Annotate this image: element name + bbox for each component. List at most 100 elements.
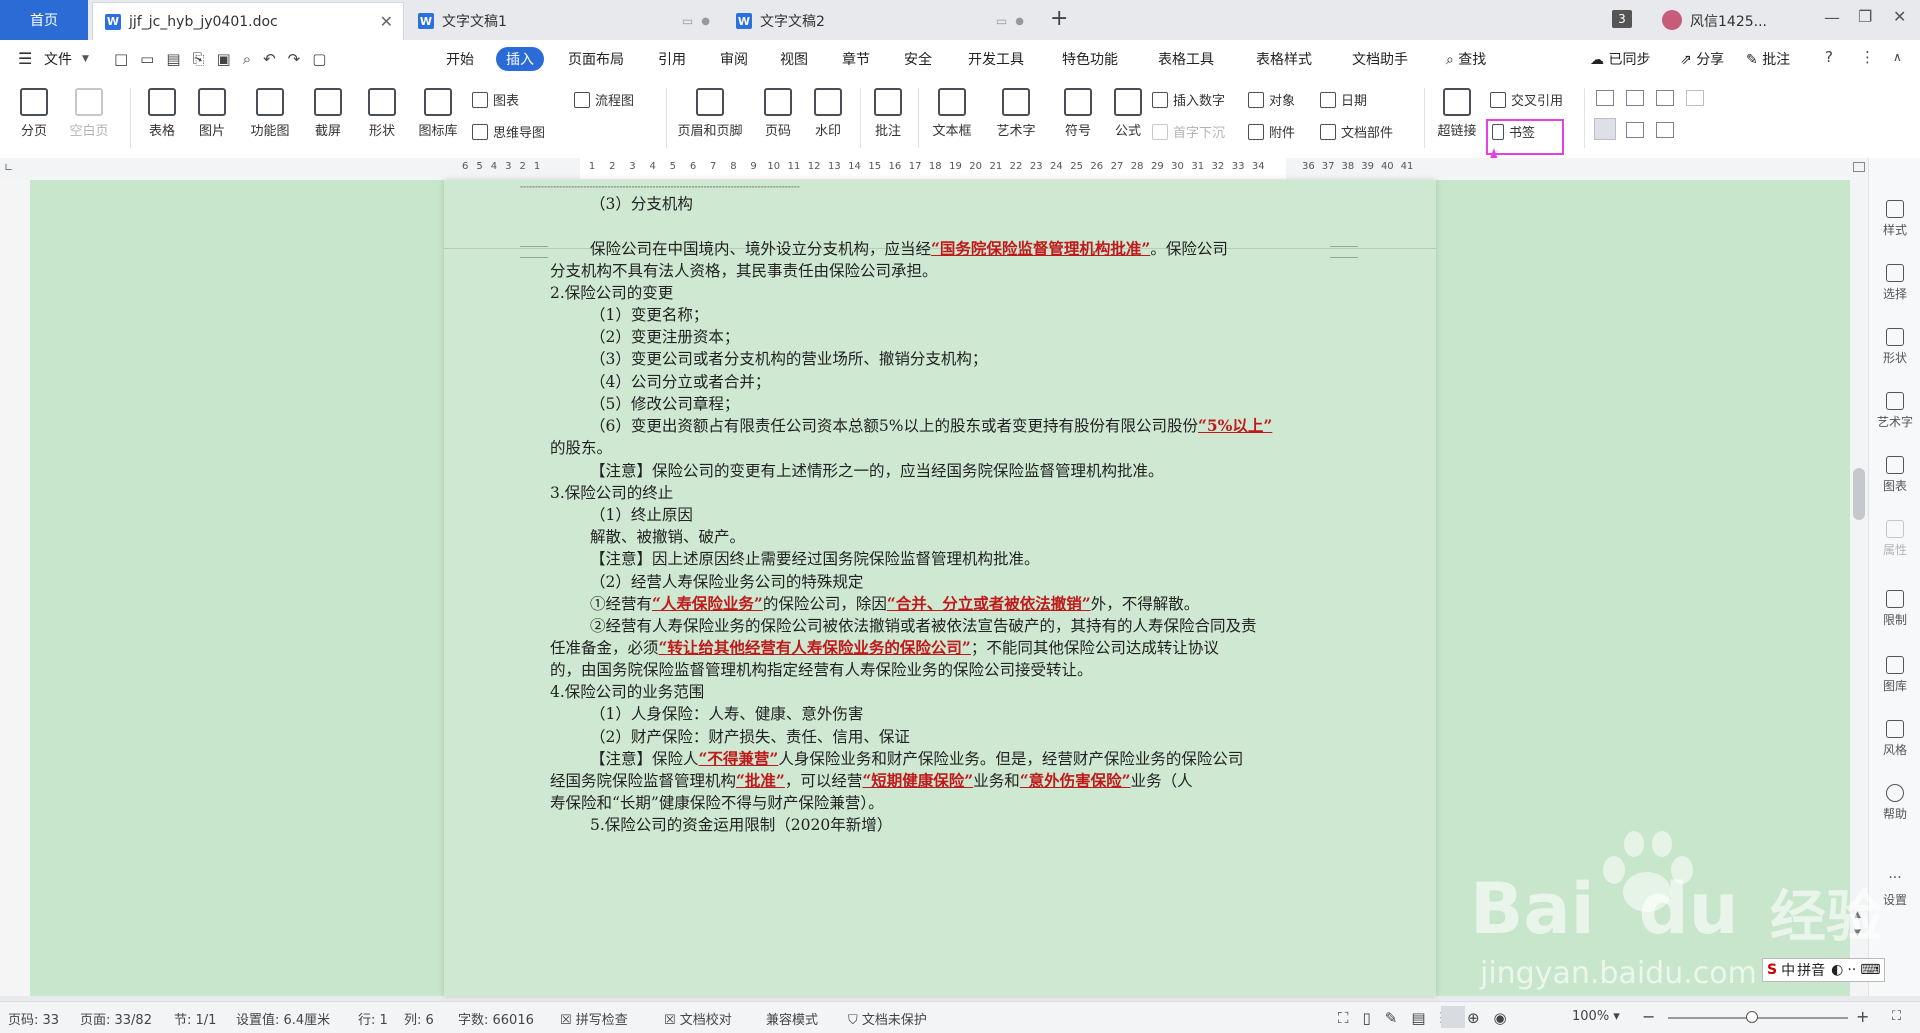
search-button[interactable]: ⌕ 查找 bbox=[1446, 49, 1486, 69]
header-footer-button[interactable]: 页眉和页脚 bbox=[672, 88, 748, 139]
document-line[interactable]: （5）修改公司章程； bbox=[590, 392, 739, 414]
document-line[interactable]: 的，由国务院保险监督管理机构指定经营有人寿保险业务的保险公司接受转让。 bbox=[550, 658, 1093, 680]
document-line[interactable]: 经国务院保险监督管理机构“批准”，可以经营“短期健康保险”业务和“意外伤害保险”… bbox=[550, 769, 1193, 791]
menu-page-layout[interactable]: 页面布局 bbox=[568, 49, 624, 69]
close-icon[interactable]: ✕ bbox=[380, 12, 393, 31]
document-line[interactable]: 解散、被撤销、破产。 bbox=[590, 525, 745, 547]
tab-document-3[interactable]: W 文字文稿2 ▭ ● bbox=[724, 2, 1036, 40]
menu-chapter[interactable]: 章节 bbox=[842, 49, 870, 69]
cross-reference-button[interactable]: 交叉引用 bbox=[1490, 90, 1563, 109]
scroll-down-icon[interactable]: ▼ bbox=[1854, 928, 1861, 938]
menu-review[interactable]: 审阅 bbox=[720, 49, 748, 69]
sidebar-item-chart[interactable]: 图表 bbox=[1869, 456, 1920, 494]
document-line[interactable]: （3）分支机构 bbox=[590, 192, 693, 214]
status-page-code[interactable]: 页码: 33 bbox=[8, 1009, 59, 1028]
horizontal-ruler[interactable]: ∟ 654321 1 2 3 4 5 6 7 8 9 10 11 12 13 14 15 16 17 18 19 20… bbox=[0, 158, 1850, 181]
document-page[interactable]: ┄┄┄┄┄┄┄┄┄┄┄┄┄┄┄┄┄┄┄┄┄┄┄┄┄┄┄┄┄┄┄ （3）分支机构保… bbox=[444, 178, 1436, 996]
quick-access-toolbar[interactable]: □▭▤⎘▣⌕↶↷▢ bbox=[114, 50, 338, 68]
document-line[interactable]: 2.保险公司的变更 bbox=[550, 281, 673, 303]
tab-stop-icon[interactable]: ∟ bbox=[4, 161, 13, 174]
form-textbox-icon[interactable] bbox=[1596, 90, 1614, 106]
menu-view[interactable]: 视图 bbox=[780, 49, 808, 69]
help-icon[interactable]: ? bbox=[1825, 48, 1833, 66]
textbox-button[interactable]: 文本框 bbox=[926, 88, 978, 139]
zoom-slider[interactable] bbox=[1668, 1017, 1848, 1019]
form-combo-icon[interactable] bbox=[1686, 90, 1704, 106]
icon-library-button[interactable]: 图标库 bbox=[412, 88, 464, 139]
sidebar-item-select[interactable]: 选择 bbox=[1869, 264, 1920, 302]
chart-button[interactable]: 图表 bbox=[472, 90, 519, 109]
attachment-button[interactable]: 附件 bbox=[1248, 122, 1295, 141]
spellcheck-button[interactable]: ☒ 拼写检查 bbox=[560, 1009, 628, 1028]
form-image-icon[interactable] bbox=[1626, 122, 1644, 138]
document-line[interactable]: （1）终止原因 bbox=[590, 503, 693, 525]
document-line[interactable]: （6）变更出资额占有限责任公司资本总额5%以上的股东或者变更持有股份有限公司股份… bbox=[590, 414, 1272, 436]
minimize-icon[interactable]: — bbox=[1824, 8, 1840, 27]
flowchart-button[interactable]: 流程图 bbox=[574, 90, 634, 109]
document-line[interactable]: 4.保险公司的业务范围 bbox=[550, 680, 704, 702]
protect-button[interactable]: ⛉ 文档未保护 bbox=[848, 1009, 927, 1028]
split-view-icon[interactable] bbox=[1853, 162, 1865, 172]
sidebar-item-help[interactable]: 帮助 bbox=[1869, 784, 1920, 822]
document-line[interactable]: （2）财产保险：财产损失、责任、信用、保证 bbox=[590, 725, 910, 747]
tab-document-1[interactable]: W jjf_jc_hyb_jy0401.doc ✕ bbox=[92, 2, 404, 40]
user-name[interactable]: 风信1425... bbox=[1690, 11, 1767, 31]
menu-features[interactable]: 特色功能 bbox=[1062, 49, 1118, 69]
ime-toolbar[interactable]: S 中 拼音 ◐ ·· ⌨ bbox=[1762, 958, 1886, 982]
sidebar-item-settings[interactable]: ··· 设置 bbox=[1869, 870, 1920, 908]
monitor-icon[interactable]: ▭ bbox=[996, 14, 1007, 28]
sidebar-item-style[interactable]: 样式 bbox=[1869, 200, 1920, 238]
function-chart-button[interactable]: 功能图 bbox=[244, 88, 296, 139]
status-col[interactable]: 列: 6 bbox=[404, 1009, 434, 1028]
close-window-icon[interactable]: ✕ bbox=[1893, 7, 1906, 26]
menu-insert[interactable]: 插入 bbox=[496, 47, 544, 71]
restore-icon[interactable]: ❐ bbox=[1858, 7, 1872, 26]
doc-parts-button[interactable]: 文档部件 bbox=[1320, 122, 1393, 141]
status-section[interactable]: 节: 1/1 bbox=[174, 1009, 216, 1028]
picture-button[interactable]: 图片 bbox=[192, 88, 232, 139]
object-button[interactable]: 对象 bbox=[1248, 90, 1295, 109]
formula-button[interactable]: 公式 bbox=[1108, 88, 1148, 139]
dot-icon[interactable]: ● bbox=[1015, 16, 1024, 27]
menu-table-style[interactable]: 表格样式 bbox=[1256, 49, 1312, 69]
zoom-slider-thumb[interactable] bbox=[1746, 1011, 1758, 1023]
sidebar-item-shape[interactable]: 形状 bbox=[1869, 328, 1920, 366]
menu-file[interactable]: 文件 bbox=[44, 49, 72, 69]
document-line[interactable]: （1）人身保险：人寿、健康、意外伤害 bbox=[590, 702, 863, 724]
menu-reference[interactable]: 引用 bbox=[658, 49, 686, 69]
tab-home[interactable]: 首页 bbox=[0, 0, 88, 40]
zoom-level[interactable]: 100% ▾ bbox=[1572, 1009, 1620, 1024]
document-line[interactable]: 【注意】保险人“不得兼营”人身保险业务和财产保险业务。但是，经营财产保险业务的保… bbox=[590, 747, 1243, 769]
tab-document-2[interactable]: W 文字文稿1 ▭ ● bbox=[406, 2, 722, 40]
collapse-ribbon-icon[interactable]: ∧ bbox=[1893, 50, 1902, 64]
comment-menu-button[interactable]: ✎ 批注 bbox=[1746, 49, 1790, 69]
zoom-in-button[interactable]: + bbox=[1856, 1007, 1869, 1026]
page-number-button[interactable]: 页码 bbox=[758, 88, 798, 139]
sidebar-item-theme[interactable]: 风格 bbox=[1869, 720, 1920, 758]
form-date-icon[interactable] bbox=[1656, 122, 1674, 138]
hyperlink-button[interactable]: 超链接 bbox=[1432, 88, 1482, 139]
form-list-icon[interactable] bbox=[1656, 90, 1674, 106]
status-wordcount[interactable]: 字数: 66016 bbox=[458, 1009, 534, 1028]
document-line[interactable]: 寿保险和“长期”健康保险不得与财产保险兼营）。 bbox=[550, 791, 884, 813]
table-button[interactable]: 表格 bbox=[142, 88, 182, 139]
fullscreen-icon[interactable]: ⛶ bbox=[1892, 1009, 1901, 1024]
proofread-button[interactable]: ☒ 文档校对 bbox=[664, 1009, 732, 1028]
document-line[interactable]: 5.保险公司的资金运用限制（2020年新增） bbox=[590, 813, 892, 835]
scrollbar-thumb[interactable] bbox=[1853, 468, 1865, 520]
sidebar-item-wordart[interactable]: 艺术字 bbox=[1869, 392, 1920, 430]
menu-doc-assistant[interactable]: 文档助手 bbox=[1352, 49, 1408, 69]
document-line[interactable]: 任准备金，必须“转让给其他经营有人寿保险业务的保险公司”；不能同其他保险公司达成… bbox=[550, 636, 1219, 658]
form-frame-icon[interactable] bbox=[1594, 118, 1616, 140]
document-line[interactable]: ②经营有人寿保险业务的保险公司被依法撤销或者被依法宣告破产的，其持有的人寿保险合… bbox=[590, 614, 1257, 636]
document-line[interactable]: 3.保险公司的终止 bbox=[550, 481, 673, 503]
sidebar-item-restrict[interactable]: 限制 bbox=[1869, 590, 1920, 628]
sidebar-item-properties[interactable]: 属性 bbox=[1869, 520, 1920, 558]
form-checkbox-icon[interactable] bbox=[1626, 90, 1644, 106]
dot-icon[interactable]: ● bbox=[701, 16, 710, 27]
status-page[interactable]: 页面: 33/82 bbox=[80, 1009, 152, 1028]
dropcap-button[interactable]: 首字下沉 bbox=[1152, 122, 1225, 141]
new-tab-button[interactable]: + bbox=[1050, 6, 1068, 31]
document-line[interactable]: （2）变更注册资本； bbox=[590, 325, 739, 347]
comment-button[interactable]: 批注 bbox=[868, 88, 908, 139]
